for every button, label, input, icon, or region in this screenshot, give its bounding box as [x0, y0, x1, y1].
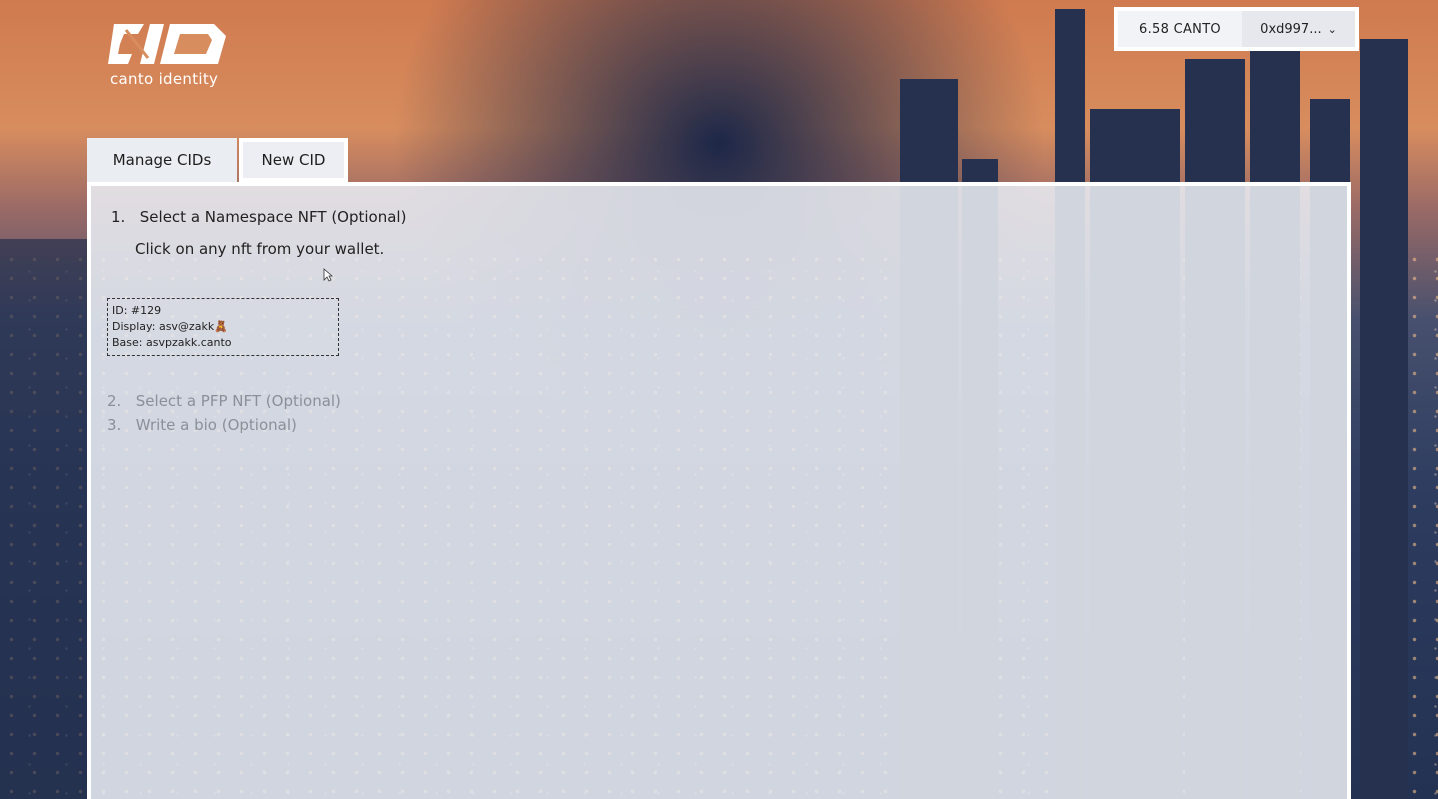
nft-id: ID: #129	[112, 304, 162, 317]
wallet-address: 0xd997...	[1260, 21, 1322, 37]
step-label: Write a bio (Optional)	[135, 416, 297, 434]
nft-display: Display: asv@zakk🧸	[112, 320, 228, 333]
step-write-bio: 3. Write a bio (Optional)	[107, 416, 297, 434]
step-label: Select a PFP NFT (Optional)	[135, 392, 341, 410]
nft-base: Base: asvpzakk.canto	[112, 336, 232, 349]
step-hint: Click on any nft from your wallet.	[135, 240, 385, 258]
tab-label: New CID	[261, 151, 326, 169]
mouse-cursor-icon	[323, 268, 333, 282]
step-pfp-nft: 2. Select a PFP NFT (Optional)	[107, 392, 341, 410]
tab-manage-cids[interactable]: Manage CIDs	[87, 138, 237, 182]
cid-logo-icon	[108, 24, 226, 64]
chevron-down-icon: ⌄	[1327, 22, 1337, 36]
step-label: Select a Namespace NFT (Optional)	[139, 208, 407, 226]
cid-logo[interactable]: canto identity	[108, 22, 226, 90]
step-number: 3.	[107, 416, 122, 434]
account-dropdown-button[interactable]: 0xd997... ⌄	[1242, 11, 1355, 47]
tab-label: Manage CIDs	[112, 151, 212, 169]
namespace-nft-card[interactable]: ID: #129 Display: asv@zakk🧸 Base: asvpza…	[107, 298, 339, 356]
logo-text: canto identity	[110, 70, 219, 88]
step-number: 1.	[111, 208, 126, 226]
tab-new-cid[interactable]: New CID	[239, 138, 348, 182]
wallet-widget: 6.58 CANTO 0xd997... ⌄	[1114, 7, 1359, 51]
step-number: 2.	[107, 392, 122, 410]
new-cid-panel: 1. Select a Namespace NFT (Optional) Cli…	[87, 182, 1351, 799]
step-namespace-nft: 1. Select a Namespace NFT (Optional)	[111, 208, 406, 226]
wallet-balance: 6.58 CANTO	[1139, 21, 1221, 37]
